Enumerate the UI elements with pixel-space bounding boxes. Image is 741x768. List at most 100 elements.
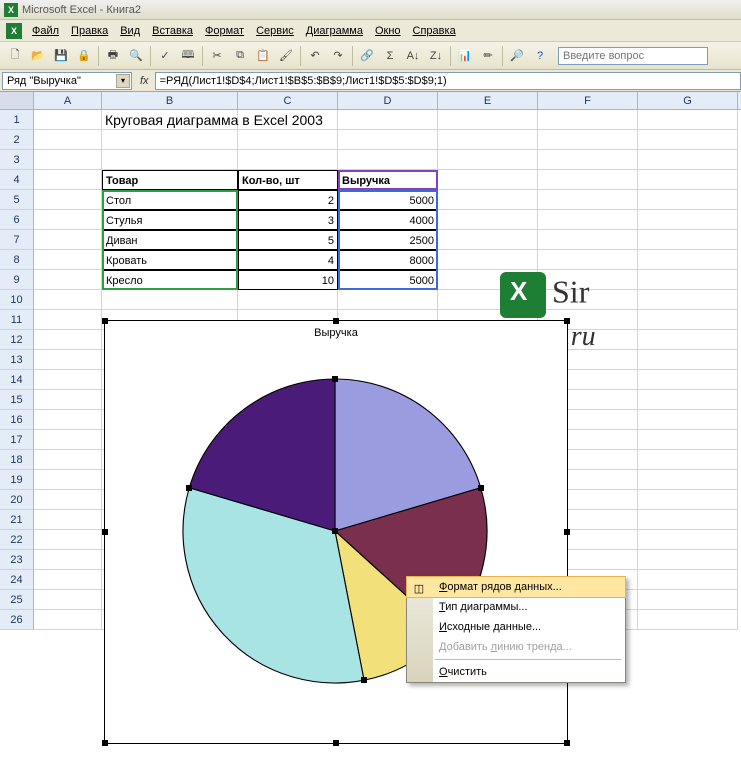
cell-B4[interactable]: Товар	[102, 170, 238, 190]
cell-G18[interactable]	[638, 450, 738, 470]
cell-A15[interactable]	[34, 390, 102, 410]
cell-D7[interactable]: 2500	[338, 230, 438, 250]
resize-handle[interactable]	[102, 529, 108, 535]
cell-G15[interactable]	[638, 390, 738, 410]
cell-G21[interactable]	[638, 510, 738, 530]
cell-F6[interactable]	[538, 210, 638, 230]
cell-F5[interactable]	[538, 190, 638, 210]
cell-G8[interactable]	[638, 250, 738, 270]
cell-G4[interactable]	[638, 170, 738, 190]
cell-B2[interactable]	[102, 130, 238, 150]
cell-D4[interactable]: Выручка	[338, 170, 438, 190]
slice-handle[interactable]	[332, 528, 338, 534]
resize-handle[interactable]	[564, 318, 570, 324]
worksheet-grid[interactable]: A B C D E F G 1Круговая диаграмма в Exce…	[0, 92, 741, 768]
row-header[interactable]: 23	[0, 550, 34, 570]
cell-C10[interactable]	[238, 290, 338, 310]
cell-G19[interactable]	[638, 470, 738, 490]
drawing-icon[interactable]: ✏	[477, 45, 499, 67]
cell-A3[interactable]	[34, 150, 102, 170]
row-header[interactable]: 5	[0, 190, 34, 210]
open-icon[interactable]: 📂	[27, 45, 49, 67]
cell-D2[interactable]	[338, 130, 438, 150]
cell-F3[interactable]	[538, 150, 638, 170]
cell-A14[interactable]	[34, 370, 102, 390]
cell-E4[interactable]	[438, 170, 538, 190]
cell-G9[interactable]	[638, 270, 738, 290]
cell-A13[interactable]	[34, 350, 102, 370]
cell-A9[interactable]	[34, 270, 102, 290]
context-menu-item[interactable]: Очистить	[407, 662, 625, 682]
cell-A11[interactable]	[34, 310, 102, 330]
fx-button[interactable]: fx	[140, 75, 149, 87]
undo-icon[interactable]: ↶	[304, 45, 326, 67]
slice-handle[interactable]	[186, 485, 192, 491]
cell-D9[interactable]: 5000	[338, 270, 438, 290]
zoom-icon[interactable]: 🔎	[506, 45, 528, 67]
cell-A17[interactable]	[34, 430, 102, 450]
preview-icon[interactable]: 🔍	[125, 45, 147, 67]
menu-chart[interactable]: Диаграмма	[300, 23, 369, 39]
row-header[interactable]: 14	[0, 370, 34, 390]
row-header[interactable]: 24	[0, 570, 34, 590]
cell-B9[interactable]: Кресло	[102, 270, 238, 290]
cell-B5[interactable]: Стол	[102, 190, 238, 210]
row-header[interactable]: 20	[0, 490, 34, 510]
menu-insert[interactable]: Вставка	[146, 23, 199, 39]
row-header[interactable]: 15	[0, 390, 34, 410]
cell-A7[interactable]	[34, 230, 102, 250]
cell-B10[interactable]	[102, 290, 238, 310]
col-header[interactable]: D	[338, 92, 438, 109]
cell-G7[interactable]	[638, 230, 738, 250]
cell-C8[interactable]: 4	[238, 250, 338, 270]
cell-C9[interactable]: 10	[238, 270, 338, 290]
row-header[interactable]: 8	[0, 250, 34, 270]
cell-A23[interactable]	[34, 550, 102, 570]
cell-G26[interactable]	[638, 610, 738, 630]
cell-G17[interactable]	[638, 430, 738, 450]
row-header[interactable]: 25	[0, 590, 34, 610]
cell-A24[interactable]	[34, 570, 102, 590]
cell-A2[interactable]	[34, 130, 102, 150]
cell-A26[interactable]	[34, 610, 102, 630]
copy-icon[interactable]: ⧉	[229, 45, 251, 67]
row-header[interactable]: 17	[0, 430, 34, 450]
cell-A1[interactable]	[34, 110, 102, 130]
cell-D6[interactable]: 4000	[338, 210, 438, 230]
permission-icon[interactable]: 🔒	[73, 45, 95, 67]
spellcheck-icon[interactable]: ✓	[154, 45, 176, 67]
cell-A25[interactable]	[34, 590, 102, 610]
menu-tools[interactable]: Сервис	[250, 23, 300, 39]
col-header[interactable]: E	[438, 92, 538, 109]
row-header[interactable]: 1	[0, 110, 34, 130]
cell-B6[interactable]: Стулья	[102, 210, 238, 230]
cell-D5[interactable]: 5000	[338, 190, 438, 210]
chart-wizard-icon[interactable]: 📊	[454, 45, 476, 67]
cell-E3[interactable]	[438, 150, 538, 170]
col-header[interactable]: A	[34, 92, 102, 109]
cell-G24[interactable]	[638, 570, 738, 590]
cell-A6[interactable]	[34, 210, 102, 230]
cell-F4[interactable]	[538, 170, 638, 190]
cell-E5[interactable]	[438, 190, 538, 210]
cell-G23[interactable]	[638, 550, 738, 570]
cell-A4[interactable]	[34, 170, 102, 190]
cell-D3[interactable]	[338, 150, 438, 170]
row-header[interactable]: 2	[0, 130, 34, 150]
cell-C6[interactable]: 3	[238, 210, 338, 230]
name-box[interactable]: Ряд "Выручка" ▾	[2, 72, 132, 90]
row-header[interactable]: 12	[0, 330, 34, 350]
cell-F9[interactable]	[538, 270, 638, 290]
cell-A19[interactable]	[34, 470, 102, 490]
cell-E10[interactable]	[438, 290, 538, 310]
research-icon[interactable]: 🕮	[177, 45, 199, 67]
menu-help[interactable]: Справка	[407, 23, 462, 39]
cell-F8[interactable]	[538, 250, 638, 270]
cell-A8[interactable]	[34, 250, 102, 270]
cell-F7[interactable]	[538, 230, 638, 250]
resize-handle[interactable]	[333, 740, 339, 746]
cell-G25[interactable]	[638, 590, 738, 610]
cell-C7[interactable]: 5	[238, 230, 338, 250]
cell-A18[interactable]	[34, 450, 102, 470]
slice-handle[interactable]	[332, 376, 338, 382]
